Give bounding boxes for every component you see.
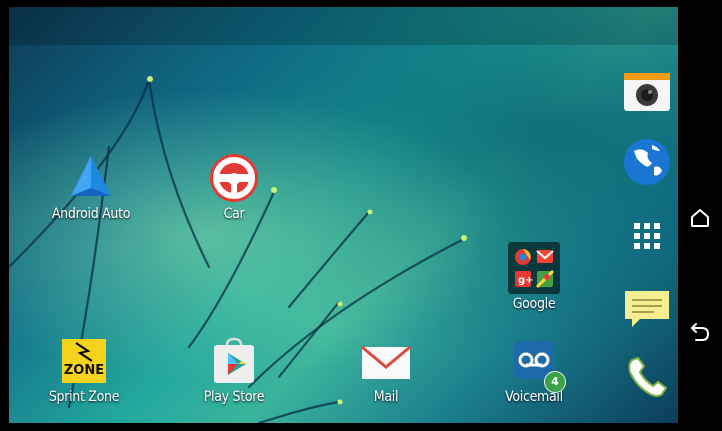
svg-text:g+: g+	[518, 275, 534, 286]
google-folder-icon: g+	[508, 242, 560, 294]
home-screen: Android Auto Car g+ Google ZONE Sprint Z…	[9, 7, 678, 423]
app-label: Play Store	[203, 389, 265, 405]
browser-globe-icon[interactable]	[622, 137, 672, 187]
messages-icon[interactable]	[622, 283, 672, 333]
app-mail[interactable]: Mail	[331, 335, 441, 405]
app-sprint-zone[interactable]: ZONE Sprint Zone	[29, 335, 139, 405]
app-drawer-icon[interactable]	[622, 211, 672, 261]
app-label: Google	[512, 296, 556, 312]
app-label: Android Auto	[51, 206, 131, 222]
notification-badge: 4	[544, 371, 566, 393]
app-android-auto[interactable]: Android Auto	[36, 152, 146, 222]
app-play-store[interactable]: Play Store	[179, 335, 289, 405]
voicemail-icon: 4	[508, 335, 566, 393]
play-store-icon	[208, 335, 260, 387]
app-car[interactable]: Car	[179, 152, 289, 222]
back-icon[interactable]	[688, 320, 712, 344]
app-voicemail[interactable]: 4 Voicemail	[479, 335, 589, 405]
app-label: Sprint Zone	[48, 389, 120, 405]
app-google-folder[interactable]: g+ Google	[479, 242, 589, 312]
camera-icon[interactable]	[622, 69, 672, 119]
phone-icon[interactable]	[622, 352, 672, 402]
sprint-zone-icon-text: ZONE	[63, 363, 105, 378]
sprint-zone-icon: ZONE	[58, 335, 110, 387]
app-label: Car	[223, 206, 245, 222]
mail-icon	[360, 335, 412, 387]
app-label: Voicemail	[505, 389, 563, 405]
android-auto-icon	[65, 152, 117, 204]
navigation-bar	[678, 0, 722, 431]
app-label: Mail	[373, 389, 399, 405]
car-steering-wheel-icon	[208, 152, 260, 204]
home-icon[interactable]	[688, 206, 712, 230]
